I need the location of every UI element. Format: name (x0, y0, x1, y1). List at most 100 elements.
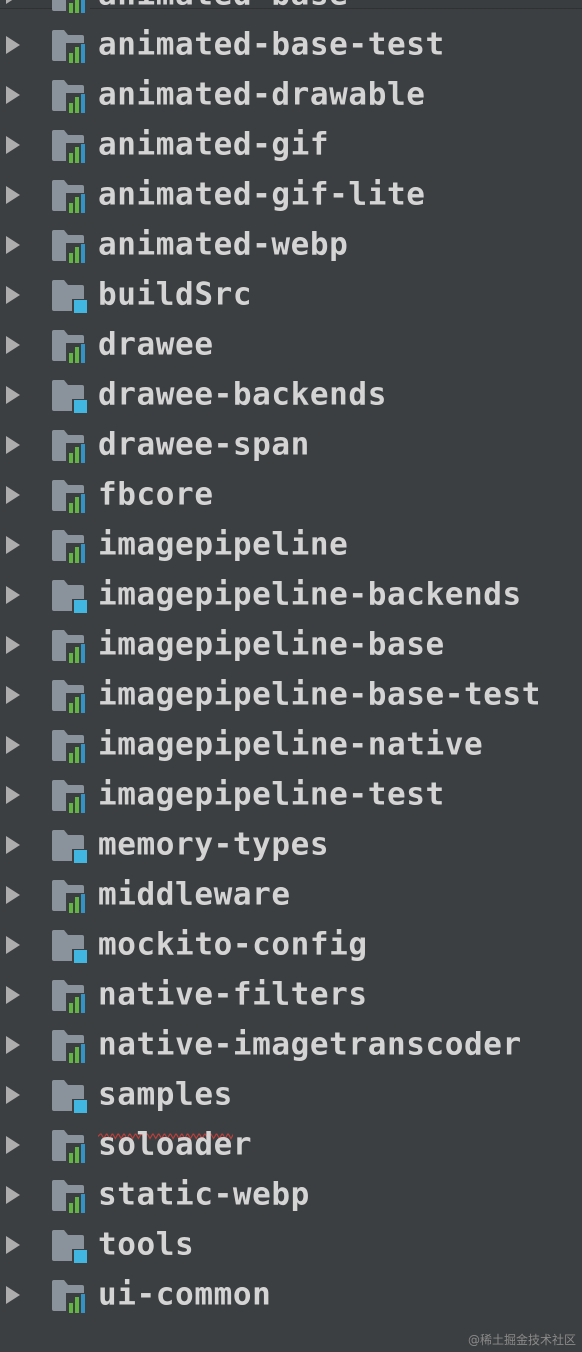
expand-arrow-icon[interactable] (6, 536, 20, 554)
tree-row[interactable]: animated-drawable (0, 70, 582, 120)
tree-row[interactable]: mockito-config (0, 920, 582, 970)
module-folder-icon (52, 1079, 92, 1113)
tree-item-label: drawee-backends (98, 376, 387, 413)
tree-item-label: animated-base (98, 0, 348, 11)
gradle-module-folder-icon (52, 679, 92, 713)
expand-arrow-icon[interactable] (6, 236, 20, 254)
tree-row[interactable]: imagepipeline-base (0, 620, 582, 670)
tree-item-label: imagepipeline-backends (98, 576, 522, 613)
tree-item-label: middleware (98, 876, 291, 913)
tree-row[interactable]: fbcore (0, 470, 582, 520)
tree-item-label: imagepipeline (98, 526, 349, 563)
gradle-module-folder-icon (52, 329, 92, 363)
expand-arrow-icon[interactable] (6, 136, 20, 154)
tree-row[interactable]: native-imagetranscoder (0, 1020, 582, 1070)
gradle-module-folder-icon (52, 529, 92, 563)
gradle-module-folder-icon (52, 179, 92, 213)
tree-row[interactable]: ui-common (0, 1270, 582, 1320)
expand-arrow-icon[interactable] (6, 836, 20, 854)
gradle-module-folder-icon (52, 129, 92, 163)
gradle-module-folder-icon (52, 879, 92, 913)
tree-row[interactable]: buildSrc (0, 270, 582, 320)
tree-row[interactable]: drawee-backends (0, 370, 582, 420)
tree-row[interactable]: memory-types (0, 820, 582, 870)
expand-arrow-icon[interactable] (6, 936, 20, 954)
tree-row[interactable]: animated-gif (0, 120, 582, 170)
gradle-module-folder-icon (52, 479, 92, 513)
expand-arrow-icon[interactable] (6, 786, 20, 804)
expand-arrow-icon[interactable] (6, 736, 20, 754)
tree-row[interactable]: animated-base-test (0, 20, 582, 70)
tree-item-label: buildSrc (98, 276, 253, 313)
tree-row[interactable]: soloader (0, 1120, 582, 1170)
tree-row[interactable]: middleware (0, 870, 582, 920)
tree-item-label: imagepipeline-test (98, 776, 445, 813)
module-folder-icon (52, 929, 92, 963)
tree-item-label: memory-types (98, 826, 330, 863)
tree-row[interactable]: animated-gif-lite (0, 170, 582, 220)
tree-item-label: native-filters (98, 976, 368, 1013)
tree-item-label: animated-gif-lite (98, 176, 426, 213)
expand-arrow-icon[interactable] (6, 1036, 20, 1054)
expand-arrow-icon[interactable] (6, 636, 20, 654)
module-folder-icon (52, 379, 92, 413)
tree-row[interactable]: animated-webp (0, 220, 582, 270)
tree-item-label: mockito-config (98, 926, 368, 963)
tree-row[interactable]: native-filters (0, 970, 582, 1020)
expand-arrow-icon[interactable] (6, 0, 20, 4)
expand-arrow-icon[interactable] (6, 1286, 20, 1304)
gradle-module-folder-icon (52, 429, 92, 463)
gradle-module-folder-icon (52, 79, 92, 113)
tree-row[interactable]: static-webp (0, 1170, 582, 1220)
expand-arrow-icon[interactable] (6, 1186, 20, 1204)
tree-item-label: static-webp (98, 1176, 310, 1213)
expand-arrow-icon[interactable] (6, 336, 20, 354)
expand-arrow-icon[interactable] (6, 1236, 20, 1254)
tree-item-label: samples (97, 1079, 238, 1140)
tree-row[interactable]: imagepipeline-native (0, 720, 582, 770)
expand-arrow-icon[interactable] (6, 486, 20, 504)
gradle-module-folder-icon (52, 1129, 92, 1163)
tree-item-label: drawee-span (98, 426, 310, 463)
tree-row[interactable]: imagepipeline-base-test (0, 670, 582, 720)
expand-arrow-icon[interactable] (6, 286, 20, 304)
tree-row[interactable]: drawee-span (0, 420, 582, 470)
tree-row[interactable]: imagepipeline (0, 520, 582, 570)
expand-arrow-icon[interactable] (6, 886, 20, 904)
tree-row[interactable]: imagepipeline-backends (0, 570, 582, 620)
module-folder-icon (52, 1229, 92, 1263)
gradle-module-folder-icon (52, 0, 92, 13)
module-folder-icon (52, 579, 92, 613)
expand-arrow-icon[interactable] (6, 1086, 20, 1104)
expand-arrow-icon[interactable] (6, 386, 20, 404)
expand-arrow-icon[interactable] (6, 986, 20, 1004)
tree-item-label: native-imagetranscoder (98, 1026, 522, 1063)
gradle-module-folder-icon (52, 1029, 92, 1063)
tree-item-label: imagepipeline-base (98, 626, 445, 663)
expand-arrow-icon[interactable] (6, 36, 20, 54)
gradle-module-folder-icon (52, 1179, 92, 1213)
expand-arrow-icon[interactable] (6, 1136, 20, 1154)
gradle-module-folder-icon (52, 629, 92, 663)
gradle-module-folder-icon (52, 1279, 92, 1313)
gradle-module-folder-icon (52, 229, 92, 263)
tree-item-label: imagepipeline-native (98, 726, 484, 763)
gradle-module-folder-icon (52, 979, 92, 1013)
expand-arrow-icon[interactable] (6, 436, 20, 454)
tree-row[interactable]: animated-base (0, 0, 582, 20)
gradle-module-folder-icon (52, 29, 92, 63)
tree-row[interactable]: samples (0, 1070, 582, 1140)
tree-item-label: fbcore (98, 476, 214, 513)
tree-row[interactable]: imagepipeline-test (0, 770, 582, 820)
expand-arrow-icon[interactable] (6, 86, 20, 104)
tree-item-label: drawee (98, 326, 214, 363)
expand-arrow-icon[interactable] (6, 186, 20, 204)
tree-item-label: animated-gif (98, 126, 330, 163)
expand-arrow-icon[interactable] (6, 586, 20, 604)
tree-item-label: animated-base-test (98, 26, 445, 63)
tree-row[interactable]: tools (0, 1220, 582, 1270)
tree-item-label: animated-webp (98, 226, 349, 263)
watermark: @稀土掘金技术社区 (467, 1333, 576, 1347)
tree-row[interactable]: drawee (0, 320, 582, 370)
expand-arrow-icon[interactable] (6, 686, 20, 704)
